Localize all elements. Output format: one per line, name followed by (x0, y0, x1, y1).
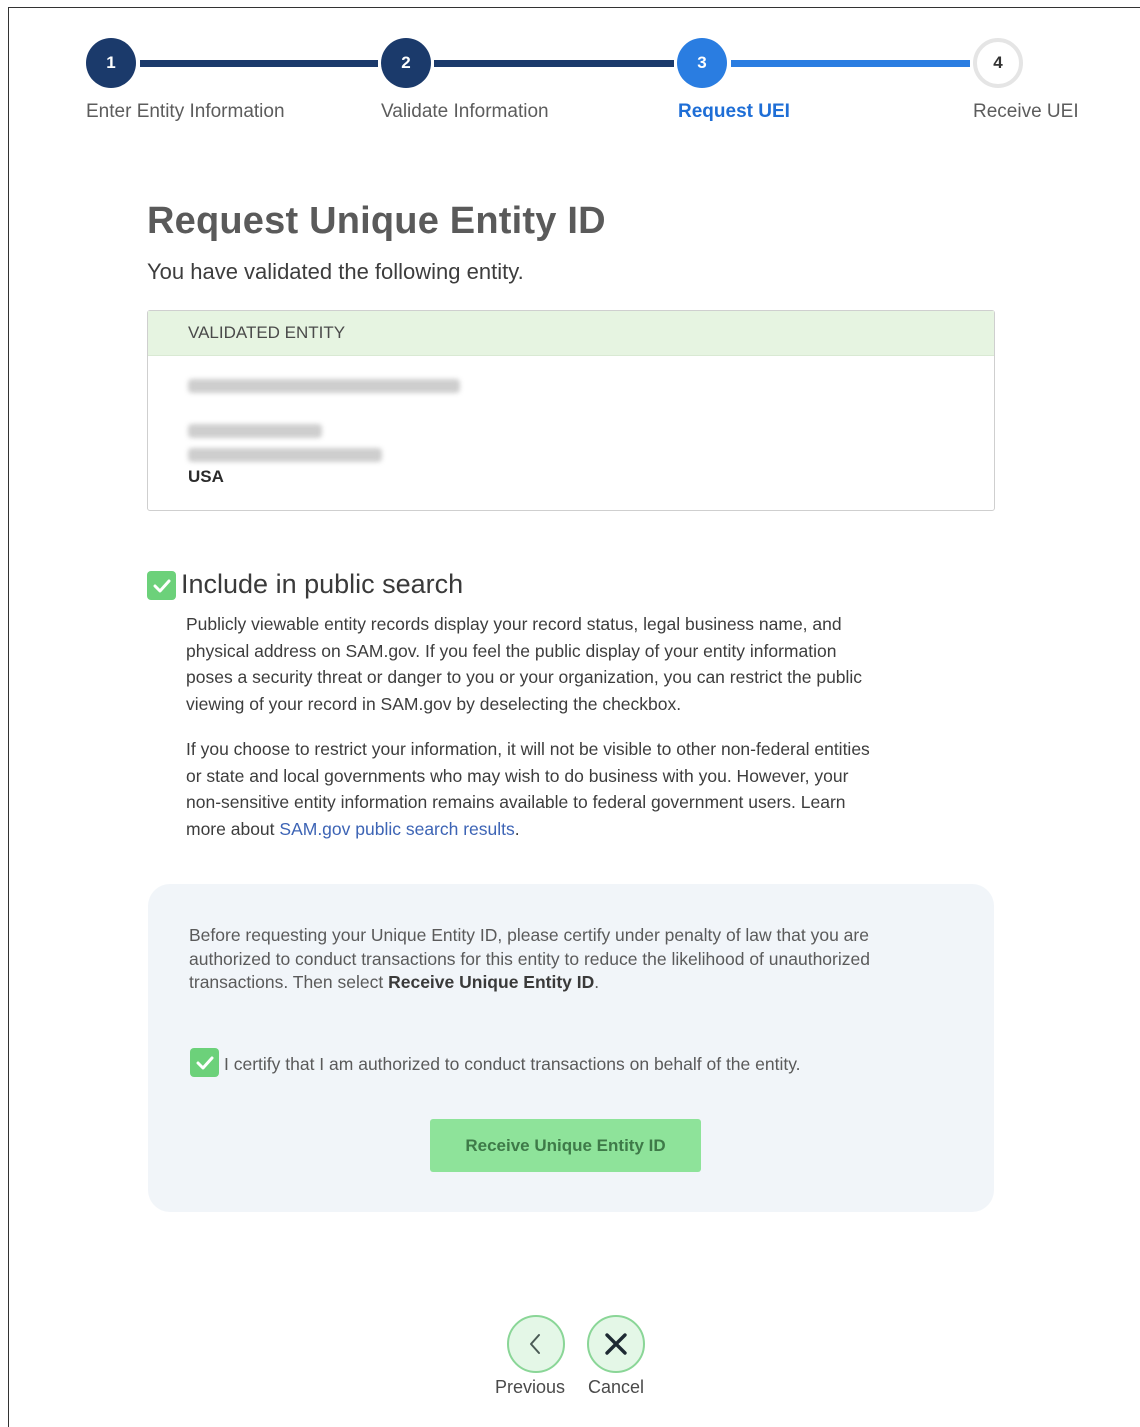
public-search-label: Include in public search (181, 569, 464, 599)
step-1-circle: 1 (86, 38, 136, 88)
step-1-label: Enter Entity Information (86, 101, 285, 122)
checkmark-icon (196, 1056, 213, 1069)
cert-text-bold: Receive Unique Entity ID (388, 972, 595, 992)
cancel-label[interactable]: Cancel (588, 1377, 644, 1398)
checkmark-icon (153, 579, 170, 592)
validated-entity-card: VALIDATED ENTITY USA (147, 310, 995, 511)
previous-button[interactable] (507, 1315, 565, 1373)
page-title: Request Unique Entity ID (147, 200, 606, 242)
previous-label[interactable]: Previous (495, 1377, 565, 1398)
entity-city-redacted (188, 448, 382, 462)
receive-unique-entity-id-button[interactable]: Receive Unique Entity ID (430, 1119, 701, 1172)
certify-checkbox[interactable] (190, 1048, 219, 1077)
certify-checkbox-label[interactable]: I certify that I am authorized to conduc… (224, 1054, 801, 1075)
step-1-number: 1 (106, 53, 116, 72)
step-2-label: Validate Information (381, 101, 549, 122)
page-subtitle: You have validated the following entity. (147, 259, 524, 284)
certification-panel: Before requesting your Unique Entity ID,… (148, 884, 994, 1212)
public-search-description-1: Publicly viewable entity records display… (186, 611, 876, 717)
step-3-label: Request UEI (678, 101, 790, 122)
validated-entity-header: VALIDATED ENTITY (148, 311, 994, 356)
paragraph-text: Publicly viewable entity records display… (186, 614, 863, 714)
step-4-circle: 4 (973, 38, 1023, 88)
entity-street-redacted (188, 424, 322, 438)
step-2-circle: 2 (381, 38, 431, 88)
progress-stepper: 1 2 3 4 Enter Entity Information Validat… (0, 0, 1140, 140)
close-icon (605, 1333, 627, 1355)
cert-text-after: . (594, 972, 600, 992)
chevron-left-icon (530, 1334, 540, 1354)
certification-instructions: Before requesting your Unique Entity ID,… (189, 924, 949, 995)
step-2-number: 2 (401, 53, 411, 72)
public-search-checkbox[interactable] (147, 571, 176, 600)
step-3-number: 3 (697, 53, 707, 72)
public-search-description-2: If you choose to restrict your informati… (186, 736, 876, 842)
public-search-results-link[interactable]: SAM.gov public search results (279, 819, 514, 839)
cancel-button[interactable] (587, 1315, 645, 1373)
entity-name-redacted (188, 379, 460, 393)
step-4-label: Receive UEI (973, 101, 1079, 122)
step-connector-3 (731, 60, 970, 67)
step-4-number: 4 (993, 53, 1003, 72)
entity-country: USA (188, 467, 224, 486)
step-connector-2 (434, 60, 674, 67)
link-suffix: . (514, 818, 520, 839)
step-connector-1 (140, 60, 378, 67)
step-3-circle: 3 (677, 38, 727, 88)
